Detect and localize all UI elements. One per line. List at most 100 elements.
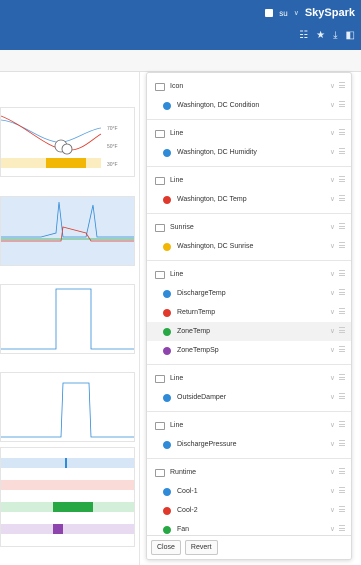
- series-color-swatch[interactable]: [163, 487, 171, 496]
- series-row[interactable]: OutsideDamper ∨: [147, 388, 351, 407]
- chevron-down-icon[interactable]: ∨: [330, 393, 335, 401]
- runtime-chart: [0, 447, 135, 547]
- series-color-swatch[interactable]: [163, 195, 171, 204]
- row-controls: ∨: [330, 308, 345, 316]
- group-type-row[interactable]: line-chart-icon Line ∨: [147, 171, 351, 190]
- drag-handle-icon[interactable]: [339, 176, 345, 182]
- series-color-swatch[interactable]: [163, 393, 171, 402]
- chevron-down-icon[interactable]: ∨: [330, 270, 335, 278]
- drag-handle-icon[interactable]: [339, 82, 345, 88]
- group-type-row[interactable]: sunrise-icon Sunrise ∨: [147, 218, 351, 237]
- chevron-down-icon[interactable]: ∨: [330, 327, 335, 335]
- axis-label-70: 70°F: [107, 126, 118, 132]
- group-type-row[interactable]: line-chart-icon Line ∨: [147, 416, 351, 435]
- close-button[interactable]: Close: [151, 540, 181, 555]
- drag-handle-icon[interactable]: [339, 393, 345, 399]
- group-type-label: Icon: [170, 83, 184, 90]
- drag-handle-icon[interactable]: [339, 289, 345, 295]
- fan-runtime-on: [53, 502, 93, 512]
- series-color-swatch[interactable]: [163, 440, 171, 449]
- series-row[interactable]: DischargeTemp ∨: [147, 284, 351, 303]
- chevron-down-icon[interactable]: ∨: [330, 421, 335, 429]
- series-label: Washington, DC Sunrise: [177, 243, 254, 250]
- series-color-swatch[interactable]: [163, 101, 171, 110]
- series-color-swatch[interactable]: [163, 506, 171, 515]
- series-row[interactable]: Cool-2 ∨: [147, 501, 351, 520]
- drag-handle-icon[interactable]: [339, 148, 345, 154]
- chevron-down-icon[interactable]: ∨: [330, 82, 335, 90]
- drag-handle-icon[interactable]: [339, 242, 345, 248]
- chevron-down-icon[interactable]: ∨: [330, 148, 335, 156]
- group-type-row[interactable]: line-chart-icon Line ∨: [147, 369, 351, 388]
- series-color-swatch[interactable]: [163, 327, 171, 336]
- series-row[interactable]: ReturnTemp ∨: [147, 303, 351, 322]
- chevron-down-icon[interactable]: ∨: [330, 440, 335, 448]
- download-icon[interactable]: ⤓: [333, 30, 337, 41]
- series-row[interactable]: ZoneTempSp ∨: [147, 341, 351, 360]
- series-row[interactable]: Washington, DC Condition ∨: [147, 96, 351, 115]
- chevron-down-icon[interactable]: ∨: [330, 525, 335, 533]
- chevron-down-icon[interactable]: ∨: [330, 223, 335, 231]
- drag-handle-icon[interactable]: [339, 421, 345, 427]
- chevron-down-icon[interactable]: ∨: [330, 346, 335, 354]
- drag-handle-icon[interactable]: [339, 374, 345, 380]
- user-menu[interactable]: su: [279, 9, 287, 18]
- chevron-down-icon[interactable]: ∨: [330, 242, 335, 250]
- group-type-row[interactable]: weather-icon Icon ∨: [147, 77, 351, 96]
- drag-handle-icon[interactable]: [339, 468, 345, 474]
- series-color-swatch[interactable]: [163, 525, 171, 534]
- star-icon[interactable]: ★: [316, 30, 325, 41]
- chevron-down-icon[interactable]: ∨: [330, 289, 335, 297]
- series-label: Washington, DC Temp: [177, 196, 247, 203]
- drag-handle-icon[interactable]: [339, 101, 345, 107]
- row-controls: ∨: [330, 270, 345, 278]
- group-type-row[interactable]: line-chart-icon Line ∨: [147, 124, 351, 143]
- series-label: DischargePressure: [177, 441, 237, 448]
- drag-handle-icon[interactable]: [339, 195, 345, 201]
- chevron-down-icon[interactable]: ∨: [330, 487, 335, 495]
- series-color-swatch[interactable]: [163, 308, 171, 317]
- drag-handle-icon[interactable]: [339, 487, 345, 493]
- window-icon[interactable]: [265, 9, 274, 17]
- series-row[interactable]: DischargePressure ∨: [147, 435, 351, 454]
- series-group: line-chart-icon Line ∨ DischargePressure ∨: [147, 412, 351, 459]
- series-color-swatch[interactable]: [163, 148, 171, 157]
- header-toolbar: ☷ ★ ⤓ ◧: [299, 30, 355, 41]
- series-row[interactable]: Washington, DC Sunrise ∨: [147, 237, 351, 256]
- revert-button[interactable]: Revert: [184, 540, 218, 555]
- series-label: OutsideDamper: [177, 394, 227, 401]
- chevron-down-icon[interactable]: ∨: [330, 101, 335, 109]
- drag-handle-icon[interactable]: [339, 308, 345, 314]
- drag-handle-icon[interactable]: [339, 440, 345, 446]
- chevron-down-icon[interactable]: ∨: [330, 374, 335, 382]
- series-color-swatch[interactable]: [163, 346, 171, 355]
- drag-handle-icon[interactable]: [339, 129, 345, 135]
- row-controls: ∨: [330, 82, 345, 90]
- series-color-swatch[interactable]: [163, 242, 171, 251]
- chevron-down-icon[interactable]: ∨: [330, 129, 335, 137]
- series-color-swatch[interactable]: [163, 289, 171, 298]
- chevron-down-icon[interactable]: ∨: [294, 9, 299, 17]
- grid-menu-icon[interactable]: ☷: [299, 30, 308, 41]
- series-row[interactable]: Washington, DC Temp ∨: [147, 190, 351, 209]
- drag-handle-icon[interactable]: [339, 270, 345, 276]
- chevron-down-icon[interactable]: ∨: [330, 468, 335, 476]
- drag-handle-icon[interactable]: [339, 346, 345, 352]
- chevron-down-icon[interactable]: ∨: [330, 176, 335, 184]
- chevron-down-icon[interactable]: ∨: [330, 506, 335, 514]
- group-type-row[interactable]: line-chart-icon Line ∨: [147, 265, 351, 284]
- sunrise-block: [46, 158, 86, 168]
- row-controls: ∨: [330, 148, 345, 156]
- series-row[interactable]: Washington, DC Humidity ∨: [147, 143, 351, 162]
- drag-handle-icon[interactable]: [339, 223, 345, 229]
- drag-handle-icon[interactable]: [339, 327, 345, 333]
- drag-handle-icon[interactable]: [339, 525, 345, 531]
- series-row[interactable]: Cool-1 ∨: [147, 482, 351, 501]
- row-controls: ∨: [330, 289, 345, 297]
- panel-toggle-icon[interactable]: ◧: [346, 30, 355, 41]
- chevron-down-icon[interactable]: ∨: [330, 195, 335, 203]
- group-type-row[interactable]: runtime-icon Runtime ∨: [147, 463, 351, 482]
- drag-handle-icon[interactable]: [339, 506, 345, 512]
- chevron-down-icon[interactable]: ∨: [330, 308, 335, 316]
- series-row[interactable]: ZoneTemp ∨: [147, 322, 351, 341]
